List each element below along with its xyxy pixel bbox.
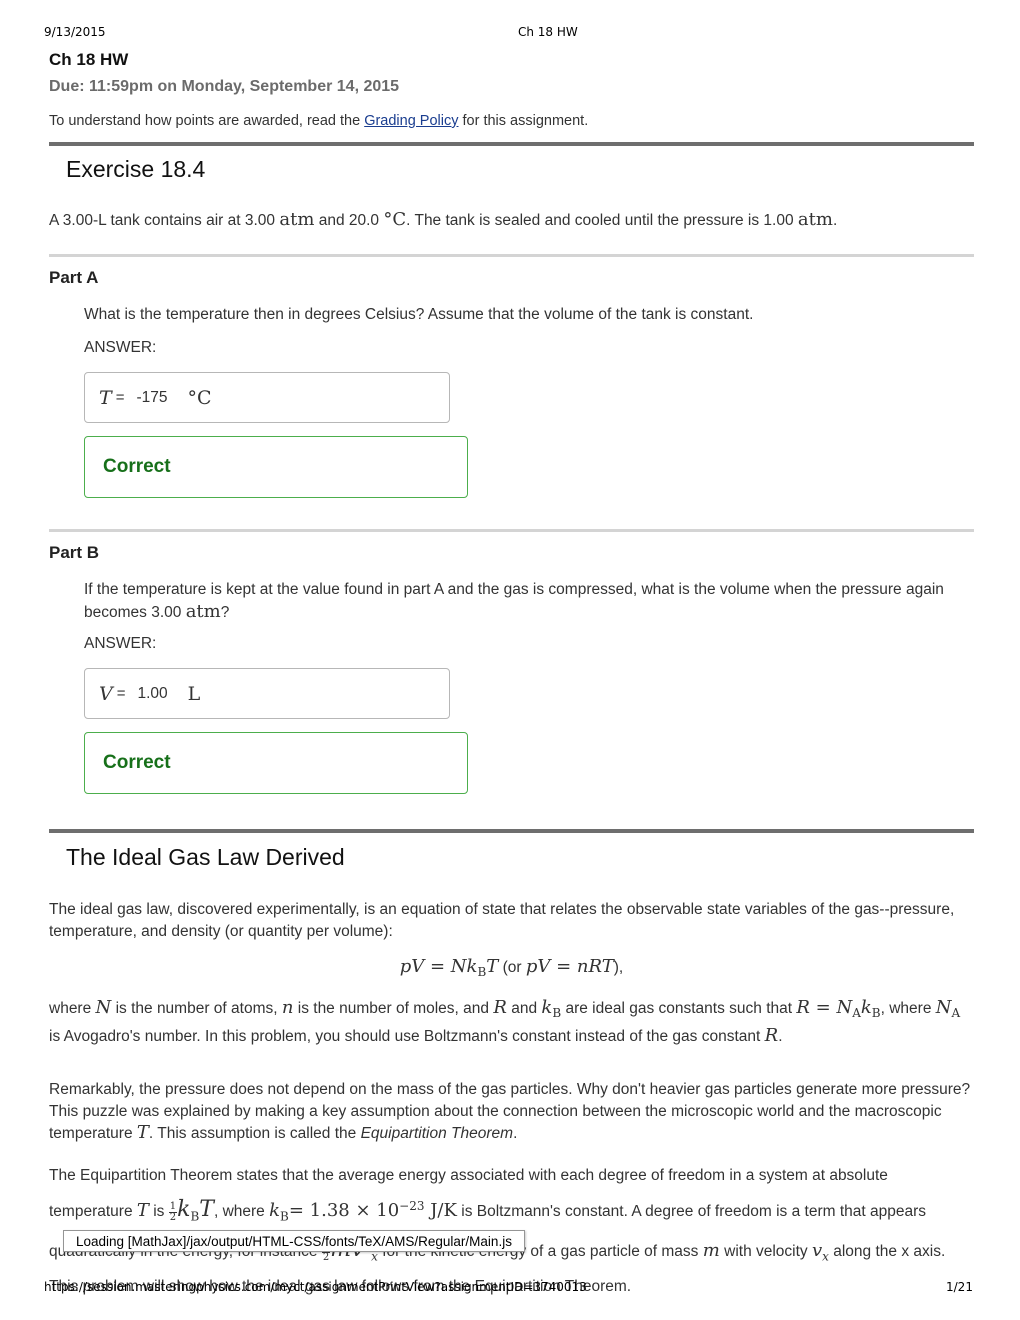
math-degree-celsius: °C <box>383 209 407 230</box>
math-atm: atm <box>185 600 221 622</box>
correct-label: Correct <box>103 456 171 477</box>
constants-paragraph: where N is the number of atoms, n is the… <box>49 997 961 1046</box>
ideal-gas-intro: The ideal gas law, discovered experiment… <box>49 901 955 940</box>
part-b-question: If the temperature is kept at the value … <box>84 581 944 622</box>
ideal-gas-equation: pV = NkBT (or pV = nRT), <box>399 956 624 980</box>
due-date: Due: 11:59pm on Monday, September 14, 20… <box>49 78 400 95</box>
section-divider <box>49 829 974 833</box>
policy-text-before: To understand how points are awarded, re… <box>49 113 365 129</box>
part-a-result-box: Correct <box>84 436 468 498</box>
print-page-number: 1/21 <box>946 1280 973 1294</box>
section-divider <box>49 142 974 146</box>
policy-text-after: for this assignment. <box>458 113 589 129</box>
part-a-answer-box: T = -175 °C <box>84 372 450 423</box>
part-divider <box>49 529 974 532</box>
correct-label: Correct <box>103 752 171 773</box>
answer-unit: L <box>187 682 201 705</box>
answer-value: -175 <box>136 388 168 406</box>
answer-variable: V <box>99 682 113 705</box>
part-b-title: Part B <box>49 543 100 562</box>
answer-equals: = <box>115 389 125 406</box>
print-header-title: Ch 18 HW <box>518 25 578 39</box>
grading-policy-note: To understand how points are awarded, re… <box>49 113 588 129</box>
part-a-answer-label: ANSWER: <box>84 339 157 356</box>
answer-variable: T <box>99 386 112 409</box>
remarkably-paragraph: Remarkably, the pressure does not depend… <box>49 1081 971 1143</box>
print-date: 9/13/2015 <box>44 25 106 39</box>
part-b-answer-box: V = 1.00 L <box>84 668 450 719</box>
part-divider <box>49 254 974 257</box>
fraction-one-half: 12 <box>168 1200 178 1223</box>
part-b-answer-label: ANSWER: <box>84 635 157 652</box>
part-b-result-box: Correct <box>84 732 468 794</box>
answer-unit: °C <box>187 386 212 409</box>
exercise-title: Exercise 18.4 <box>66 156 206 182</box>
part-a-question: What is the temperature then in degrees … <box>84 306 754 323</box>
part-a-title: Part A <box>49 268 99 287</box>
equipartition-theorem-term: Equipartition Theorem <box>360 1125 514 1142</box>
mathjax-loading-status: Loading [MathJax]/jax/output/HTML-CSS/fo… <box>63 1230 525 1252</box>
exercise-intro: A 3.00-L tank contains air at 3.00 atm a… <box>49 209 838 230</box>
math-atm: atm <box>797 209 833 230</box>
math-atm: atm <box>279 209 315 230</box>
ideal-gas-title: The Ideal Gas Law Derived <box>66 844 345 870</box>
grading-policy-link[interactable]: Grading Policy <box>364 113 458 129</box>
answer-equals: = <box>116 685 126 702</box>
answer-value: 1.00 <box>137 684 168 702</box>
print-footer-url: https://session.masteringphysics.com/myc… <box>44 1280 587 1294</box>
assignment-title: Ch 18 HW <box>49 50 129 69</box>
